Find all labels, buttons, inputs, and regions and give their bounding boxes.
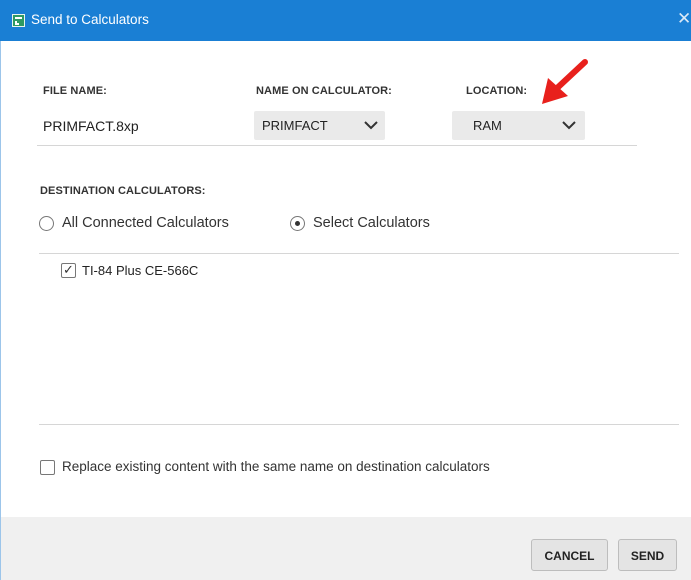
annotation-arrow-icon <box>542 59 588 104</box>
file-name-label: FILE NAME: <box>43 85 107 97</box>
send-button[interactable]: SEND <box>618 539 677 571</box>
name-on-calculator-value: PRIMFACT <box>262 118 328 133</box>
checkmark-icon: ✓ <box>63 262 74 277</box>
location-value: RAM <box>473 118 502 133</box>
name-on-calculator-dropdown[interactable]: PRIMFACT <box>254 111 385 140</box>
calculator-list-bottom-divider <box>39 424 679 425</box>
chevron-down-icon <box>562 121 576 130</box>
file-name-value: PRIMFACT.8xp <box>43 118 139 134</box>
destination-label: DESTINATION CALCULATORS: <box>40 185 206 197</box>
radio-select-calculators-label[interactable]: Select Calculators <box>313 215 430 231</box>
close-icon[interactable]: ✕ <box>677 9 691 29</box>
radio-select-calculators[interactable] <box>290 216 305 231</box>
title-bar: Send to Calculators ✕ <box>0 0 691 41</box>
location-dropdown[interactable]: RAM <box>452 111 585 140</box>
calculator-name: TI-84 Plus CE-566C <box>82 263 199 278</box>
radio-all-connected[interactable] <box>39 216 54 231</box>
replace-content-label[interactable]: Replace existing content with the same n… <box>62 459 490 474</box>
name-on-calculator-label: NAME ON CALCULATOR: <box>256 85 392 97</box>
file-section-divider <box>37 145 637 146</box>
chevron-down-icon <box>364 121 378 130</box>
calculator-checkbox[interactable]: ✓ <box>61 262 76 278</box>
replace-content-checkbox[interactable] <box>40 460 55 475</box>
location-label: LOCATION: <box>466 85 528 97</box>
app-icon <box>12 14 25 27</box>
window-title: Send to Calculators <box>31 12 149 27</box>
radio-all-connected-label[interactable]: All Connected Calculators <box>62 215 229 231</box>
calculator-list-top-divider <box>39 253 679 254</box>
window-border <box>0 41 1 580</box>
cancel-button[interactable]: CANCEL <box>531 539 608 571</box>
